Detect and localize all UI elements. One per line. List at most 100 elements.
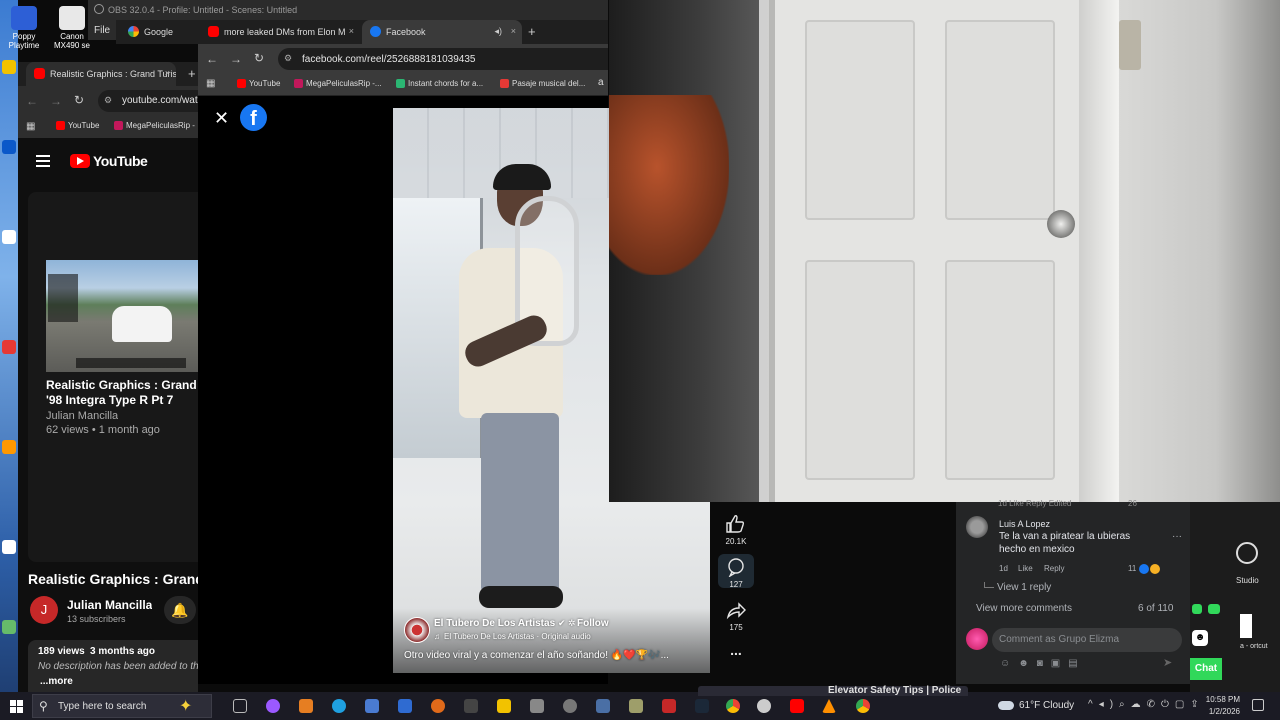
new-tab-button[interactable]: + xyxy=(188,66,196,81)
desktop-shortcut-icon[interactable] xyxy=(2,140,16,154)
app-icon[interactable] xyxy=(563,699,577,713)
windows-start-icon[interactable] xyxy=(10,700,23,713)
bookmark-megapeliculas[interactable]: MegaPeliculasRip - xyxy=(114,121,195,130)
comment-like-link[interactable]: Like xyxy=(1018,564,1033,573)
chrome-icon[interactable] xyxy=(856,699,870,713)
app-icon[interactable] xyxy=(464,699,478,713)
file-explorer-icon[interactable] xyxy=(497,699,511,713)
tab-facebook[interactable]: Facebook ◂) × xyxy=(362,20,522,44)
description-box[interactable]: 189 views 3 months ago No description ha… xyxy=(28,640,198,692)
forward-arrow-icon[interactable]: → xyxy=(230,52,242,66)
desktop-shortcut-icon[interactable] xyxy=(2,440,16,454)
files-icon[interactable] xyxy=(365,699,379,713)
comment-options-icon[interactable]: ··· xyxy=(1172,531,1182,542)
close-reel-icon[interactable]: ✕ xyxy=(214,108,229,129)
task-view-icon[interactable] xyxy=(233,699,247,713)
comment-attachment-icons[interactable]: ☺☻◙▣▤ xyxy=(1000,658,1086,669)
reload-icon[interactable]: ↻ xyxy=(74,93,84,107)
related-video-thumbnail[interactable] xyxy=(46,260,198,372)
more-options-button[interactable]: ... xyxy=(722,642,750,658)
send-icon[interactable]: ➤ xyxy=(1163,656,1172,669)
weather-text[interactable]: 61°F Cloudy xyxy=(1019,700,1074,711)
edge-icon[interactable] xyxy=(332,699,346,713)
app-icon[interactable] xyxy=(530,699,544,713)
steam-icon[interactable] xyxy=(695,699,709,713)
close-icon[interactable]: × xyxy=(511,26,516,36)
tab-youtube-video[interactable]: Realistic Graphics : Grand Turis × xyxy=(26,62,176,86)
site-info-icon[interactable]: ⚙ xyxy=(104,95,112,106)
related-video-title[interactable]: Realistic Graphics : Grand Tu xyxy=(46,378,198,392)
clock-time[interactable]: 10:58 PM xyxy=(1204,695,1240,704)
view-reply-link[interactable]: View 1 reply xyxy=(997,582,1051,593)
reel-audio[interactable]: ♫ El Tubero De Los Artistas · Original a… xyxy=(434,632,591,641)
desktop-icon-canon[interactable]: Canon MX490 se xyxy=(52,6,92,50)
bookmark-pasaje-musical[interactable]: Pasaje musical del... xyxy=(500,79,585,88)
apps-grid-icon[interactable]: ▦ xyxy=(206,78,215,89)
tab-leaked-dms[interactable]: more leaked DMs from Elon M × xyxy=(200,20,360,44)
reel-author-avatar[interactable] xyxy=(404,617,430,643)
studio-icon[interactable] xyxy=(1236,542,1258,564)
comment-button[interactable]: 127 xyxy=(718,554,754,589)
share-button[interactable]: 175 xyxy=(722,600,750,632)
follow-button[interactable]: Follow xyxy=(577,618,609,629)
commenter-avatar[interactable] xyxy=(966,516,988,538)
desktop-shortcut-icon[interactable] xyxy=(2,60,16,74)
reel-author[interactable]: El Tubero De Los Artistas xyxy=(434,618,555,629)
bookmark-youtube[interactable]: YouTube xyxy=(56,121,99,130)
channel-name[interactable]: Julian Mancilla xyxy=(67,598,152,612)
bookmark-instant-chords[interactable]: Instant chords for a... xyxy=(396,79,483,88)
youtube-logo-icon[interactable] xyxy=(70,154,90,168)
obs-taskbar-icon[interactable] xyxy=(757,699,771,713)
url-field[interactable]: ⚙ youtube.com/watc xyxy=(98,90,203,112)
notifications-icon[interactable] xyxy=(1252,699,1264,711)
view-more-comments-link[interactable]: View more comments xyxy=(976,603,1072,614)
media-preview-bar[interactable]: Elevator Safety Tips | Police xyxy=(698,685,968,696)
close-icon[interactable]: × xyxy=(165,68,170,78)
commenter-name[interactable]: Luis A Lopez xyxy=(999,519,1050,529)
related-video-title-line2[interactable]: '98 Integra Type R Pt 7 xyxy=(46,393,198,407)
emoji-icon[interactable]: ☻ xyxy=(1192,630,1208,646)
facebook-logo-icon[interactable]: f xyxy=(240,104,267,131)
media-player-icon[interactable] xyxy=(299,699,313,713)
related-video-channel[interactable]: Julian Mancilla xyxy=(46,410,118,422)
store-icon[interactable] xyxy=(398,699,412,713)
close-icon[interactable]: × xyxy=(349,26,354,36)
bookmark-megapeliculas[interactable]: MegaPeliculasRip -... xyxy=(294,79,382,88)
show-more-link[interactable]: ...more xyxy=(40,676,73,687)
like-button[interactable]: 20.1K xyxy=(722,514,750,546)
comment-reply-link[interactable]: Reply xyxy=(1044,564,1064,573)
app-icon[interactable] xyxy=(629,699,643,713)
chrome-icon[interactable] xyxy=(726,699,740,713)
file-icon[interactable] xyxy=(1240,614,1252,638)
desktop-shortcut-icon[interactable] xyxy=(2,230,16,244)
channel-avatar[interactable]: J xyxy=(30,596,58,624)
comment-input[interactable]: Comment as Grupo Elizma xyxy=(992,628,1182,652)
reload-icon[interactable]: ↻ xyxy=(254,51,264,65)
speaker-icon[interactable]: ◂) xyxy=(494,26,502,37)
notification-bell-icon[interactable]: 🔔 xyxy=(164,596,196,624)
desktop-shortcut-icon[interactable] xyxy=(2,540,16,554)
desktop-shortcut-icon[interactable] xyxy=(2,340,16,354)
new-tab-button[interactable]: + xyxy=(528,24,536,39)
taskbar-search[interactable]: ⚲ Type here to search ✦ xyxy=(32,694,212,718)
forward-arrow-icon[interactable]: → xyxy=(50,94,62,108)
hamburger-menu-icon[interactable] xyxy=(36,155,50,167)
calculator-icon[interactable] xyxy=(596,699,610,713)
current-user-avatar[interactable] xyxy=(966,628,988,650)
cortana-icon[interactable] xyxy=(266,699,280,713)
chat-button[interactable]: Chat xyxy=(1190,658,1222,680)
back-arrow-icon[interactable]: ← xyxy=(206,52,218,66)
apps-grid-icon[interactable]: ▦ xyxy=(26,121,35,132)
clock-date[interactable]: 1/2/2026 xyxy=(1204,707,1240,716)
site-info-icon[interactable]: ⚙ xyxy=(284,53,292,64)
system-tray-icons[interactable]: ^◂)⌕☁✆⏻▢⇪ xyxy=(1088,699,1205,710)
desktop-icon-poppy-playtime[interactable]: Poppy Playtime xyxy=(4,6,44,50)
bookmarks-overflow[interactable]: a xyxy=(598,77,604,88)
bookmark-youtube[interactable]: YouTube xyxy=(237,79,280,88)
app-icon[interactable] xyxy=(662,699,676,713)
youtube-taskbar-icon[interactable] xyxy=(790,699,804,713)
tab-google[interactable]: Google xyxy=(120,20,196,44)
back-arrow-icon[interactable]: ← xyxy=(26,94,38,108)
youtube-logo-text[interactable]: YouTube xyxy=(93,153,148,169)
obs-menu-file[interactable]: File xyxy=(88,20,116,40)
